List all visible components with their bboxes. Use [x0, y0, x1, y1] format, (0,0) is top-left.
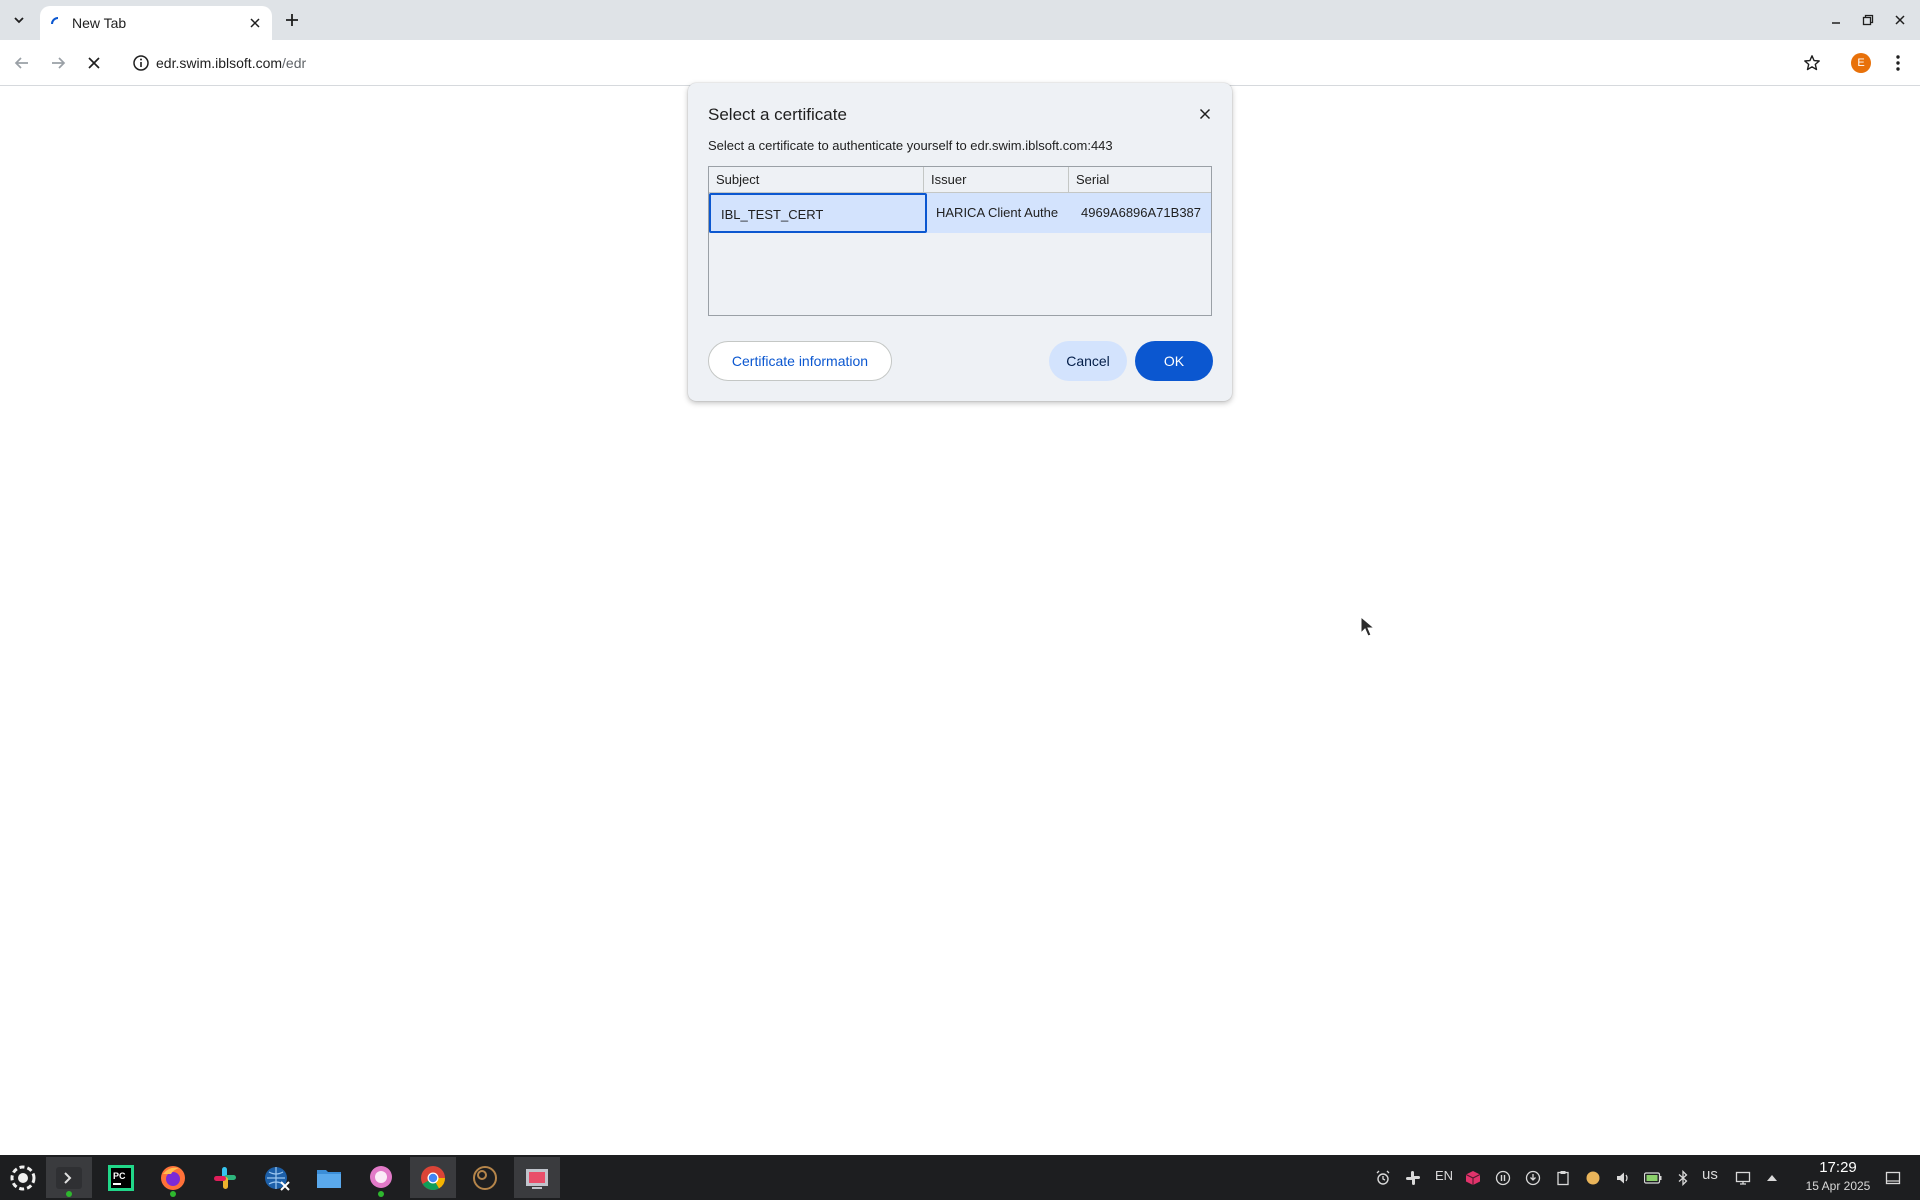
keyboard-layout-indicator[interactable]: us [1702, 1166, 1718, 1183]
loading-spinner-icon [51, 17, 59, 25]
site-info-icon[interactable] [132, 54, 150, 72]
table-row[interactable]: IBL_TEST_CERT HARICA Client Authe 4969A6… [709, 193, 1211, 233]
cell-serial: 4969A6896A71B387 [1081, 205, 1202, 220]
dialog-close-icon[interactable] [1194, 103, 1216, 125]
gimp-icon[interactable] [462, 1157, 508, 1198]
running-indicator [66, 1191, 72, 1197]
pycharm-icon[interactable]: PC [98, 1157, 144, 1198]
bluetooth-icon[interactable] [1672, 1167, 1694, 1189]
back-arrow-icon[interactable] [10, 51, 34, 75]
cell-issuer: HARICA Client Authe [936, 205, 1059, 220]
alarm-icon[interactable] [1372, 1167, 1394, 1189]
clock-date[interactable]: 15 Apr 2025 [1788, 1179, 1888, 1193]
network-tool-icon[interactable] [254, 1157, 300, 1198]
running-indicator [170, 1191, 176, 1197]
files-icon[interactable] [306, 1157, 352, 1198]
dialog-description: Select a certificate to authenticate you… [708, 138, 1113, 153]
tab-close-icon[interactable] [244, 12, 266, 34]
table-header: Subject Issuer Serial [709, 167, 1211, 193]
profile-avatar[interactable]: E [1851, 53, 1871, 73]
menu-kebab-icon[interactable] [1886, 51, 1910, 75]
start-icon[interactable] [0, 1157, 46, 1198]
update-icon[interactable] [1522, 1167, 1544, 1189]
tab-strip: New Tab [0, 0, 1920, 40]
slack-tray-icon[interactable] [1402, 1167, 1424, 1189]
certificate-information-button[interactable]: Certificate information [708, 341, 892, 381]
cancel-button[interactable]: Cancel [1049, 341, 1127, 381]
browser-toolbar: edr.swim.iblsoft.com/edr E [0, 40, 1920, 86]
messenger-icon[interactable] [358, 1157, 404, 1198]
bookmark-star-icon[interactable] [1800, 51, 1824, 75]
url-path: /edr [282, 55, 307, 71]
svg-text:PC: PC [113, 1171, 126, 1181]
volume-icon[interactable] [1612, 1167, 1634, 1189]
url-host: edr.swim.iblsoft.com [156, 55, 283, 71]
show-desktop-icon[interactable] [1882, 1167, 1904, 1189]
column-header-issuer[interactable]: Issuer [923, 167, 1068, 193]
select-certificate-dialog: Select a certificate Select a certificat… [688, 83, 1232, 401]
screenshot-tool-icon[interactable] [514, 1157, 560, 1198]
address-bar[interactable]: edr.swim.iblsoft.com/edr [124, 46, 1804, 80]
certificate-table: Subject Issuer Serial IBL_TEST_CERT HARI… [708, 166, 1212, 316]
dialog-title: Select a certificate [708, 105, 847, 124]
display-icon[interactable] [1732, 1167, 1754, 1189]
pause-icon[interactable] [1492, 1167, 1514, 1189]
battery-icon[interactable] [1642, 1167, 1664, 1189]
taskbar: PC EN us 17:29 15 Apr 2025 [0, 1155, 1920, 1200]
slack-icon[interactable] [202, 1157, 248, 1198]
column-header-serial[interactable]: Serial [1068, 167, 1211, 193]
firefox-icon[interactable] [150, 1157, 196, 1198]
clock-time[interactable]: 17:29 [1800, 1159, 1876, 1176]
mouse-cursor-icon [1360, 616, 1376, 637]
clipboard-icon[interactable] [1552, 1167, 1574, 1189]
chrome-icon[interactable] [410, 1157, 456, 1198]
weather-icon[interactable] [1582, 1167, 1604, 1189]
ok-button[interactable]: OK [1135, 341, 1213, 381]
tab-title: New Tab [72, 15, 127, 31]
column-header-subject[interactable]: Subject [709, 167, 923, 193]
cube-app-icon[interactable] [1462, 1167, 1484, 1189]
cell-subject[interactable]: IBL_TEST_CERT [709, 193, 927, 233]
close-window-icon[interactable] [1888, 8, 1912, 32]
minimize-icon[interactable] [1824, 8, 1848, 32]
forward-arrow-icon[interactable] [46, 51, 70, 75]
url-text[interactable]: edr.swim.iblsoft.com/edr [156, 55, 306, 71]
terminal-icon[interactable] [46, 1157, 92, 1198]
new-tab-plus-icon[interactable] [280, 8, 304, 32]
tab-search-chevron-icon[interactable] [6, 8, 32, 32]
tray-expand-icon[interactable] [1761, 1167, 1783, 1189]
tab-new-tab[interactable]: New Tab [40, 6, 272, 40]
restore-icon[interactable] [1856, 8, 1880, 32]
running-indicator [378, 1191, 384, 1197]
stop-loading-icon[interactable] [82, 51, 106, 75]
keyboard-language-indicator[interactable]: EN [1435, 1168, 1453, 1183]
